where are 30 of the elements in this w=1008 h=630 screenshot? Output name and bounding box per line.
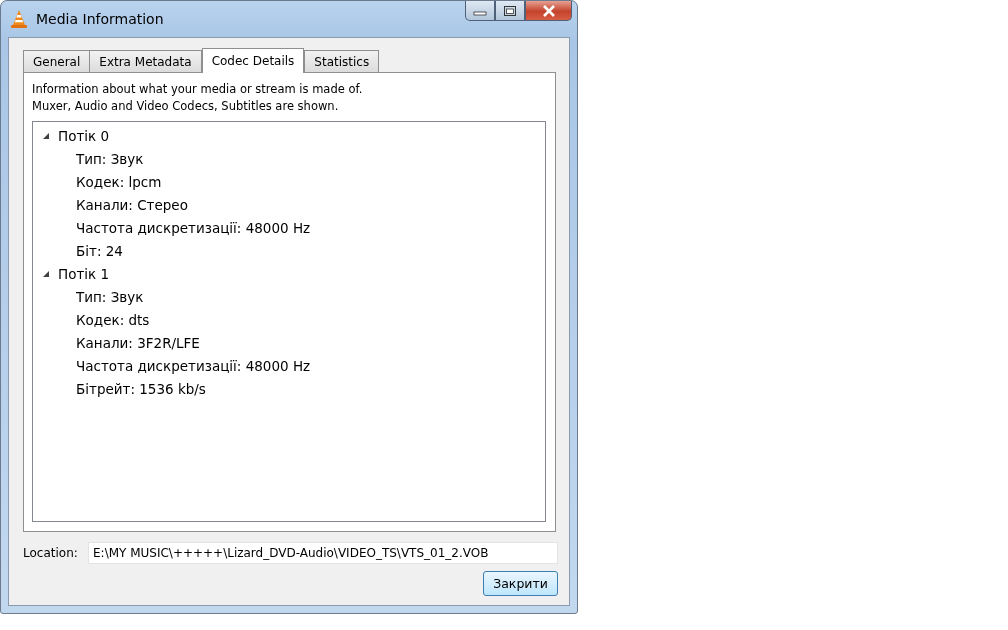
description-text: Muxer, Audio and Video Codecs, Subtitles are shown. — [32, 98, 339, 115]
tree-item[interactable]: Канали: 3F2R/LFE — [76, 334, 200, 351]
tab[interactable]: General — [23, 50, 91, 72]
maximize-icon — [503, 4, 517, 17]
expanded-icon[interactable] — [42, 269, 50, 278]
maximize-button[interactable] — [495, 1, 525, 21]
window-title: Media Information — [36, 11, 164, 27]
tree-item[interactable]: Тип: Звук — [76, 288, 144, 305]
tree-item[interactable]: Біт: 24 — [76, 242, 123, 259]
tree-item[interactable]: Бітрейт: 1536 kb/s — [76, 380, 206, 397]
tab[interactable]: Codec Details — [201, 48, 305, 73]
tree-item[interactable]: Потік 1 — [58, 265, 110, 282]
close-icon — [541, 4, 556, 17]
tree-item[interactable]: Частота дискретизації: 48000 Hz — [76, 219, 311, 236]
tree-item[interactable]: Кодек: dts — [76, 311, 150, 328]
tree-item[interactable]: Тип: Звук — [76, 150, 144, 167]
tree-item[interactable]: Потік 0 — [58, 127, 110, 144]
traffic-cone-icon — [10, 9, 28, 29]
description-text: Information about what your media or stream is made of. — [32, 81, 363, 98]
location-field[interactable]: E:\MY MUSIC\+++++\Lizard_DVD-Audio\VIDEO_TS\VTS_01_2.VOB — [88, 542, 558, 564]
close-dialog-button[interactable]: Закрити — [483, 571, 558, 596]
tree-item[interactable]: Канали: Стерео — [76, 196, 188, 213]
tab[interactable]: Statistics — [304, 50, 380, 72]
close-button[interactable] — [525, 1, 572, 21]
tree-item[interactable]: Кодек: lpcm — [76, 173, 162, 190]
tab[interactable]: Extra Metadata — [89, 50, 202, 72]
expanded-icon[interactable] — [42, 131, 50, 140]
minimize-button[interactable] — [465, 1, 495, 21]
tree-item[interactable]: Частота дискретизації: 48000 Hz — [76, 357, 311, 374]
location-label: Location: — [23, 546, 79, 560]
